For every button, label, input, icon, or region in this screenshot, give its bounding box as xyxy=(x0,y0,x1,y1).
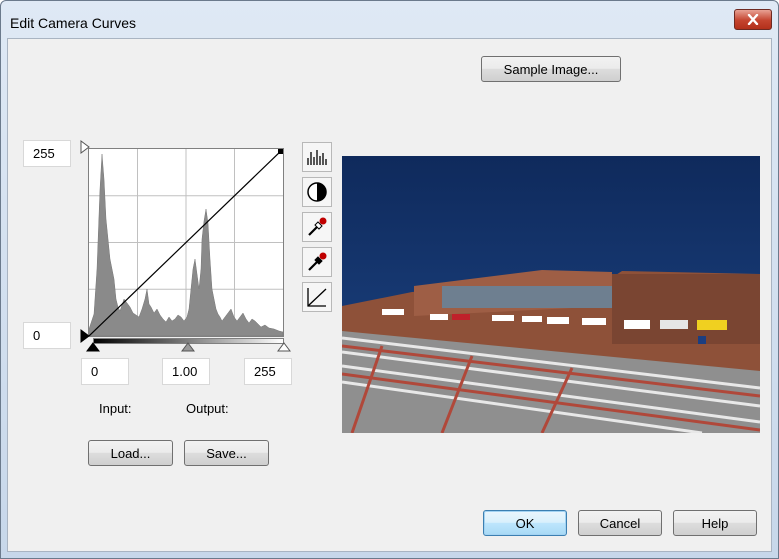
save-button[interactable]: Save... xyxy=(184,440,269,466)
input-low-field[interactable]: 0 xyxy=(81,358,129,385)
sample-image-button[interactable]: Sample Image... xyxy=(481,56,621,82)
input-black-handle[interactable] xyxy=(86,342,100,352)
ok-button[interactable]: OK xyxy=(483,510,567,536)
window-title: Edit Camera Curves xyxy=(10,15,137,31)
input-gamma-handle[interactable] xyxy=(181,342,195,352)
output-min-field[interactable]: 0 xyxy=(23,322,71,349)
eyedropper-filled-icon xyxy=(308,252,327,271)
histogram-icon xyxy=(307,150,327,165)
help-button[interactable]: Help xyxy=(673,510,757,536)
contrast-tool-button[interactable] xyxy=(302,177,332,207)
curve-line-tool-button[interactable] xyxy=(302,282,332,312)
curve-line-icon xyxy=(307,288,327,307)
close-button[interactable] xyxy=(734,9,772,30)
close-icon xyxy=(747,14,759,25)
eyedropper-icon xyxy=(308,217,327,236)
output-label: Output: xyxy=(186,401,229,416)
eyedropper-tool-button[interactable] xyxy=(302,212,332,242)
output-min-handle[interactable] xyxy=(80,329,90,343)
input-label: Input: xyxy=(99,401,132,416)
cancel-button[interactable]: Cancel xyxy=(578,510,662,536)
title-bar[interactable]: Edit Camera Curves xyxy=(1,1,778,41)
input-high-field[interactable]: 255 xyxy=(244,358,292,385)
eyedropper-filled-tool-button[interactable] xyxy=(302,247,332,277)
contrast-icon xyxy=(307,182,327,202)
load-button[interactable]: Load... xyxy=(88,440,173,466)
curve-graph[interactable] xyxy=(88,148,284,337)
output-max-handle[interactable] xyxy=(80,140,90,154)
output-max-field[interactable]: 255 xyxy=(23,140,71,167)
sample-image-preview xyxy=(342,156,760,433)
input-white-handle[interactable] xyxy=(277,342,291,352)
gamma-field[interactable]: 1.00 xyxy=(162,358,210,385)
histogram-tool-button[interactable] xyxy=(302,142,332,172)
